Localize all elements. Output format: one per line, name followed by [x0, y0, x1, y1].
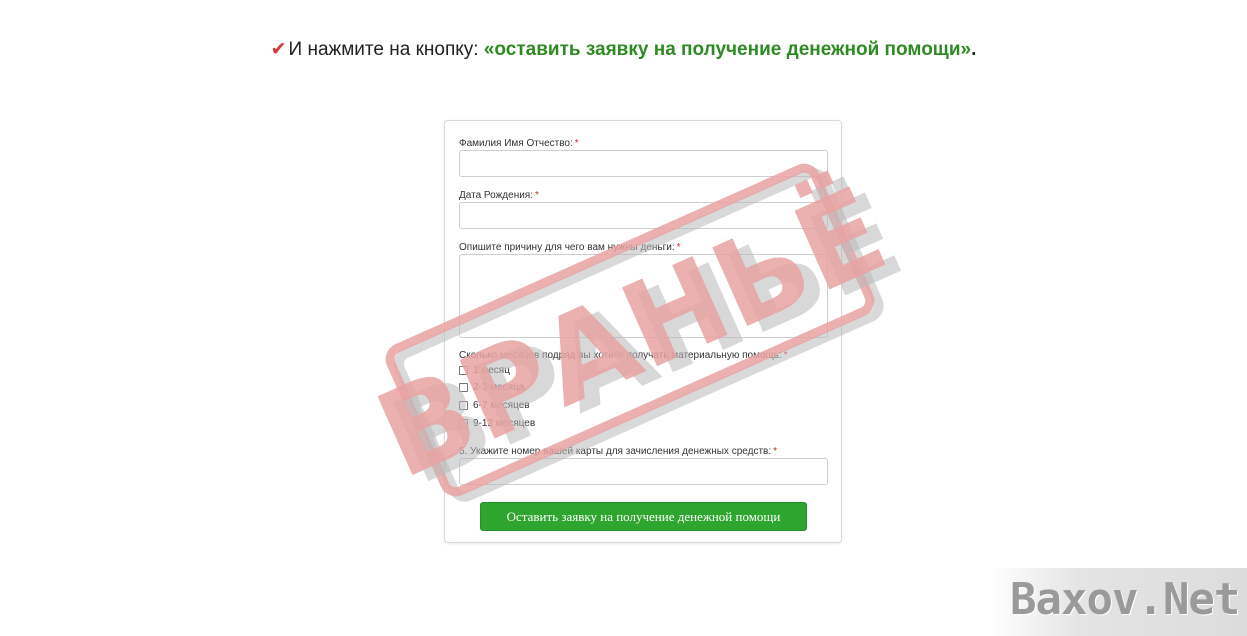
months-option-2[interactable]: 2-3 месяца	[459, 380, 524, 394]
checkbox-icon[interactable]	[459, 382, 468, 392]
months-option-3[interactable]: 6-7 месяцев	[459, 398, 530, 412]
full-name-input[interactable]	[459, 150, 828, 177]
submit-application-button[interactable]: Оставить заявку на получение денежной по…	[480, 502, 807, 531]
required-mark: *	[783, 350, 788, 361]
months-option-1[interactable]: 1 месяц	[459, 363, 510, 377]
months-option-label: 1 месяц	[473, 364, 510, 376]
site-watermark: Baxov.Net	[1010, 574, 1240, 625]
instruction-line: ✔ И нажмите на кнопку: «оставить заявку н…	[0, 38, 1247, 61]
full-name-label: Фамилия Имя Отчество: *	[459, 138, 579, 149]
months-label: Сколько месяцев подряд вы хотите получат…	[459, 350, 788, 361]
required-mark: *	[676, 242, 681, 253]
checkbox-icon[interactable]	[459, 365, 468, 375]
months-option-label: 9-12 месяцев	[473, 417, 536, 429]
aid-application-form: Фамилия Имя Отчество: * Дата Рождения: * О…	[444, 120, 842, 543]
months-option-label: 2-3 месяца	[473, 381, 525, 393]
instruction-suffix: .	[971, 39, 977, 60]
months-option-4[interactable]: 9-12 месяцев	[459, 416, 535, 430]
required-mark: *	[535, 190, 539, 201]
months-option-label: 6-7 месяцев	[473, 399, 530, 411]
card-number-input[interactable]	[459, 458, 828, 485]
instruction-prefix: И нажмите на кнопку:	[288, 39, 484, 60]
birth-date-label: Дата Рождения: *	[459, 190, 539, 201]
required-mark: *	[574, 138, 579, 149]
checkbox-icon[interactable]	[459, 400, 468, 410]
reason-label: Опишите причину для чего вам нужны деньг…	[459, 242, 681, 253]
required-mark: *	[773, 446, 778, 457]
reason-textarea[interactable]	[459, 254, 828, 338]
checkbox-icon[interactable]	[459, 418, 468, 428]
birth-date-input[interactable]	[459, 202, 828, 229]
check-icon: ✔	[270, 39, 287, 60]
instruction-highlight: «оставить заявку на получение денежной п…	[483, 39, 972, 60]
card-number-label: 5. Укажите номер вашей карты для зачисле…	[459, 446, 778, 457]
